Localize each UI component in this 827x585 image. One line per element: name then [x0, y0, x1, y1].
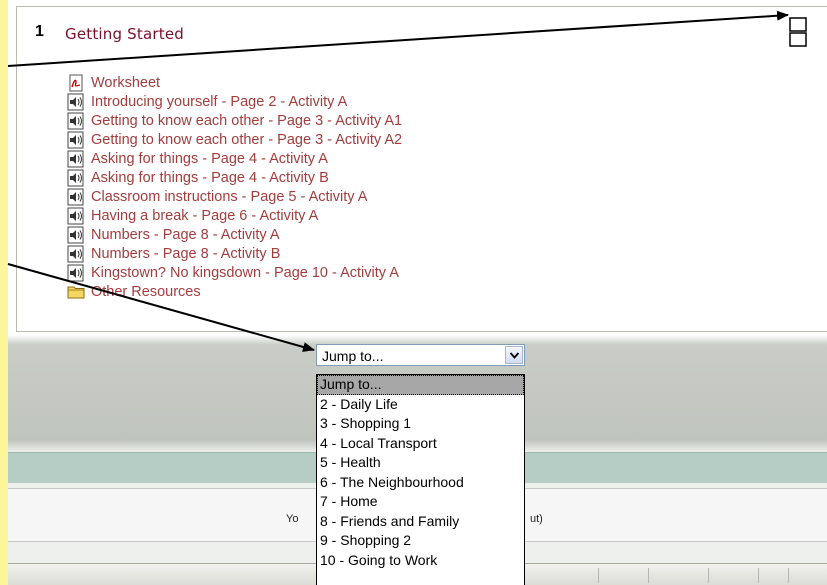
resource-item[interactable]: Numbers - Page 8 - Activity B — [67, 244, 402, 263]
jump-to-option[interactable]: 7 - Home — [317, 492, 524, 512]
resource-item[interactable]: Getting to know each other - Page 3 - Ac… — [67, 111, 402, 130]
audio-icon — [67, 188, 91, 206]
audio-icon — [67, 169, 91, 187]
audio-icon — [67, 226, 91, 244]
jump-to-select[interactable]: Jump to... — [316, 344, 525, 366]
audio-icon — [67, 264, 91, 282]
jump-to-option[interactable]: 10 - Going to Work — [317, 551, 524, 571]
folder-icon — [67, 283, 91, 301]
resource-link[interactable]: Getting to know each other - Page 3 - Ac… — [91, 113, 402, 129]
course-section: 1 Getting Started Worksheet Introducing y… — [16, 6, 827, 332]
audio-icon — [67, 93, 91, 111]
jump-to-selected-value: Jump to... — [322, 348, 384, 364]
resource-link[interactable]: Numbers - Page 8 - Activity B — [91, 246, 280, 262]
resource-link[interactable]: Asking for things - Page 4 - Activity B — [91, 170, 329, 186]
jump-to-option[interactable]: Jump to... — [317, 375, 524, 395]
jump-to-option[interactable]: 5 - Health — [317, 453, 524, 473]
resource-item[interactable]: Numbers - Page 8 - Activity A — [67, 225, 402, 244]
resource-link[interactable]: Kingstown? No kingsdown - Page 10 - Acti… — [91, 265, 399, 281]
audio-icon — [67, 245, 91, 263]
jump-to-option[interactable]: 3 - Shopping 1 — [317, 414, 524, 434]
audio-icon — [67, 131, 91, 149]
resource-item[interactable]: Getting to know each other - Page 3 - Ac… — [67, 130, 402, 149]
collapse-section-icon[interactable] — [789, 17, 807, 47]
section-title: Getting Started — [65, 25, 184, 43]
resource-link[interactable]: Asking for things - Page 4 - Activity A — [91, 151, 328, 167]
resource-link[interactable]: Numbers - Page 8 - Activity A — [91, 227, 280, 243]
resource-link[interactable]: Classroom instructions - Page 5 - Activi… — [91, 189, 367, 205]
login-info-text: Yo — [286, 513, 299, 525]
jump-to-option[interactable]: 2 - Daily Life — [317, 395, 524, 415]
logout-text[interactable]: ut) — [530, 513, 543, 525]
resource-link[interactable]: Having a break - Page 6 - Activity A — [91, 208, 318, 224]
resource-item[interactable]: Introducing yourself - Page 2 - Activity… — [67, 92, 402, 111]
jump-to-option[interactable]: 4 - Local Transport — [317, 434, 524, 454]
audio-icon — [67, 207, 91, 225]
jump-to-option[interactable]: 6 - The Neighbourhood — [317, 473, 524, 493]
audio-icon — [67, 150, 91, 168]
jump-to-dropdown-list: Jump to... 2 - Daily Life 3 - Shopping 14 … — [316, 374, 525, 585]
resource-item[interactable]: Having a break - Page 6 - Activity A — [67, 206, 402, 225]
resource-link[interactable]: Introducing yourself - Page 2 - Activity… — [91, 94, 347, 110]
audio-icon — [67, 112, 91, 130]
resource-link[interactable]: Worksheet — [91, 75, 160, 91]
resource-link[interactable]: Other Resources — [91, 284, 201, 300]
resource-item[interactable]: Classroom instructions - Page 5 - Activi… — [67, 187, 402, 206]
section-number: 1 — [35, 23, 44, 40]
resource-item[interactable]: Other Resources — [67, 282, 402, 301]
resource-list: Worksheet Introducing yourself - Page 2 -… — [67, 73, 402, 301]
jump-to-option[interactable]: 8 - Friends and Family — [317, 512, 524, 532]
resource-link[interactable]: Getting to know each other - Page 3 - Ac… — [91, 132, 402, 148]
resource-item[interactable]: Kingstown? No kingsdown - Page 10 - Acti… — [67, 263, 402, 282]
resource-item[interactable]: Asking for things - Page 4 - Activity B — [67, 168, 402, 187]
pdf-icon — [67, 74, 91, 92]
resource-item[interactable]: Worksheet — [67, 73, 402, 92]
resource-item[interactable]: Asking for things - Page 4 - Activity A — [67, 149, 402, 168]
jump-to-option[interactable]: 9 - Shopping 2 — [317, 531, 524, 551]
chevron-down-icon[interactable] — [505, 346, 523, 364]
